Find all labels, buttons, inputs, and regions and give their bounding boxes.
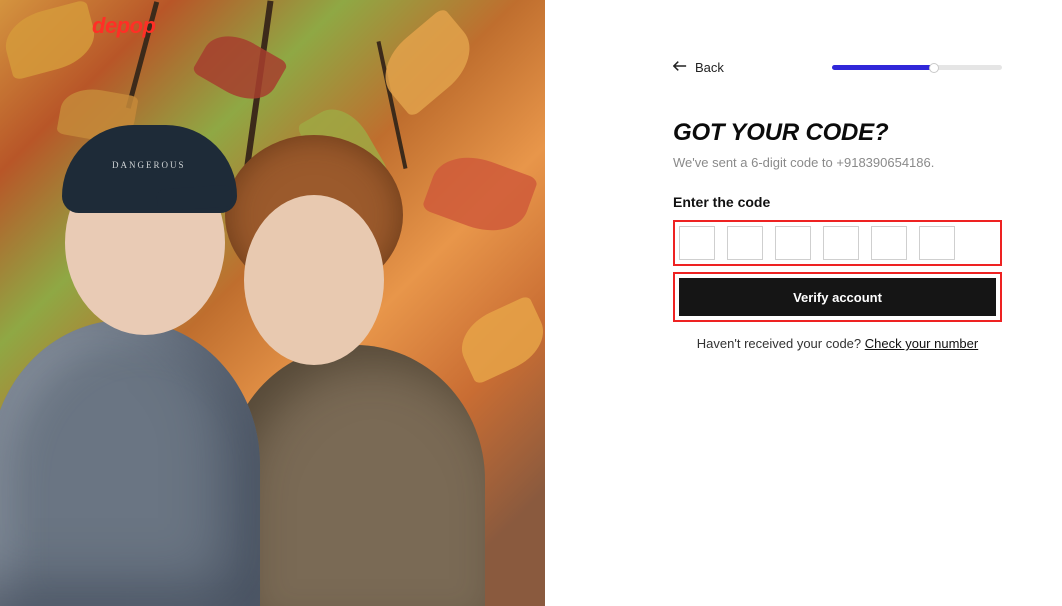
code-digit-5[interactable] [871, 226, 907, 260]
page-subtext: We've sent a 6-digit code to +9183906541… [673, 155, 1002, 170]
progress-fill [832, 65, 934, 70]
verify-highlight: Verify account [673, 272, 1002, 322]
code-digit-1[interactable] [679, 226, 715, 260]
code-highlight [673, 220, 1002, 266]
top-row: Back [673, 60, 1002, 75]
code-digit-4[interactable] [823, 226, 859, 260]
hero-image: DANGEROUS depop [0, 0, 545, 606]
code-label: Enter the code [673, 194, 1002, 210]
brand-logo: depop [92, 13, 156, 39]
code-digit-6[interactable] [919, 226, 955, 260]
arrow-left-icon [673, 60, 687, 75]
app-container: DANGEROUS depop Back GOT YOUR CODE? We'v… [0, 0, 1062, 606]
progress-knob[interactable] [929, 63, 939, 73]
progress-bar [832, 65, 1002, 70]
code-digit-3[interactable] [775, 226, 811, 260]
back-label: Back [695, 60, 724, 75]
back-button[interactable]: Back [673, 60, 724, 75]
code-digit-2[interactable] [727, 226, 763, 260]
resend-prefix: Haven't received your code? [697, 336, 865, 351]
page-title: GOT YOUR CODE? [673, 119, 1002, 147]
verify-button[interactable]: Verify account [679, 278, 996, 316]
check-number-link[interactable]: Check your number [865, 336, 978, 351]
form-panel: Back GOT YOUR CODE? We've sent a 6-digit… [545, 0, 1062, 606]
resend-row: Haven't received your code? Check your n… [673, 336, 1002, 351]
cap-caption: DANGEROUS [112, 160, 186, 170]
code-input-row [679, 226, 996, 260]
